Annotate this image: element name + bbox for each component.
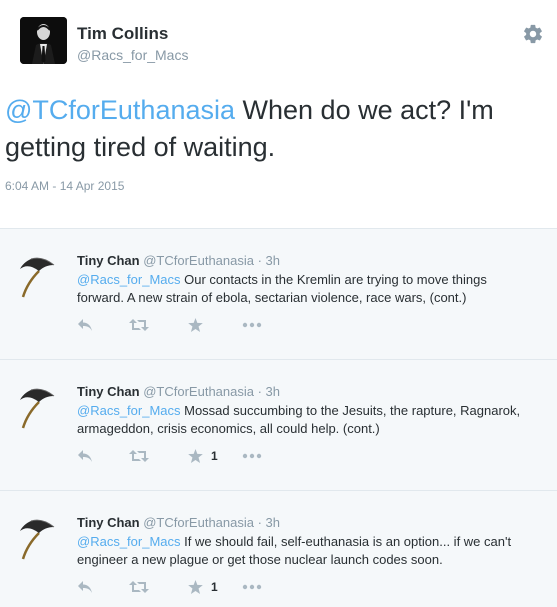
favorite-icon[interactable]: 1: [188, 577, 218, 597]
retweet-icon[interactable]: [129, 577, 149, 597]
reply-tweet: Tiny Chan @TCforEuthanasia · 3h @Racs_fo…: [0, 359, 557, 490]
favorite-icon[interactable]: [188, 315, 211, 335]
more-icon[interactable]: [242, 446, 262, 466]
reply-avatar[interactable]: [17, 515, 59, 561]
reply-icon[interactable]: [77, 577, 93, 597]
retweet-icon[interactable]: [129, 446, 149, 466]
reply-meta[interactable]: @TCforEuthanasia · 3h: [143, 253, 280, 268]
reply-text: @Racs_for_Macs If we should fail, self-e…: [77, 533, 537, 569]
tweet-mention[interactable]: @TCforEuthanasia: [5, 95, 235, 125]
reply-actions: 1: [77, 577, 297, 597]
more-icon[interactable]: [242, 577, 262, 597]
reply-mention[interactable]: @Racs_for_Macs: [77, 534, 181, 549]
reply-text: @Racs_for_Macs Our contacts in the Kreml…: [77, 271, 537, 307]
reply-actions: [77, 315, 297, 335]
retweet-icon[interactable]: [129, 315, 149, 335]
main-tweet: Tim Collins @Racs_for_Macs @TCforEuthana…: [0, 0, 557, 228]
reply-icon[interactable]: [77, 446, 93, 466]
reply-tweet: Tiny Chan @TCforEuthanasia · 3h @Racs_fo…: [0, 228, 557, 359]
tweet-text: @TCforEuthanasia When do we act? I'm get…: [5, 92, 550, 166]
reply-actions: 1: [77, 446, 297, 466]
reply-text: @Racs_for_Macs Mossad succumbing to the …: [77, 402, 537, 438]
reply-mention[interactable]: @Racs_for_Macs: [77, 272, 181, 287]
reply-header: Tiny Chan @TCforEuthanasia · 3h: [77, 384, 280, 399]
reply-avatar[interactable]: [17, 253, 59, 299]
more-icon[interactable]: [242, 315, 262, 335]
reply-header: Tiny Chan @TCforEuthanasia · 3h: [77, 515, 280, 530]
reply-header: Tiny Chan @TCforEuthanasia · 3h: [77, 253, 280, 268]
reply-author-name[interactable]: Tiny Chan: [77, 384, 140, 399]
tweet-timestamp[interactable]: 6:04 AM - 14 Apr 2015: [5, 179, 124, 193]
favorite-count: 1: [211, 580, 218, 594]
reply-icon[interactable]: [77, 315, 93, 335]
reply-avatar[interactable]: [17, 384, 59, 430]
reply-tweet: Tiny Chan @TCforEuthanasia · 3h @Racs_fo…: [0, 490, 557, 607]
gear-icon[interactable]: [522, 23, 544, 45]
favorite-count: 1: [211, 449, 218, 463]
author-handle[interactable]: @Racs_for_Macs: [77, 47, 188, 63]
author-avatar[interactable]: [20, 17, 67, 64]
reply-author-name[interactable]: Tiny Chan: [77, 253, 140, 268]
reply-meta[interactable]: @TCforEuthanasia · 3h: [143, 384, 280, 399]
reply-meta[interactable]: @TCforEuthanasia · 3h: [143, 515, 280, 530]
reply-mention[interactable]: @Racs_for_Macs: [77, 403, 181, 418]
author-name[interactable]: Tim Collins: [77, 24, 168, 44]
reply-author-name[interactable]: Tiny Chan: [77, 515, 140, 530]
favorite-icon[interactable]: 1: [188, 446, 218, 466]
